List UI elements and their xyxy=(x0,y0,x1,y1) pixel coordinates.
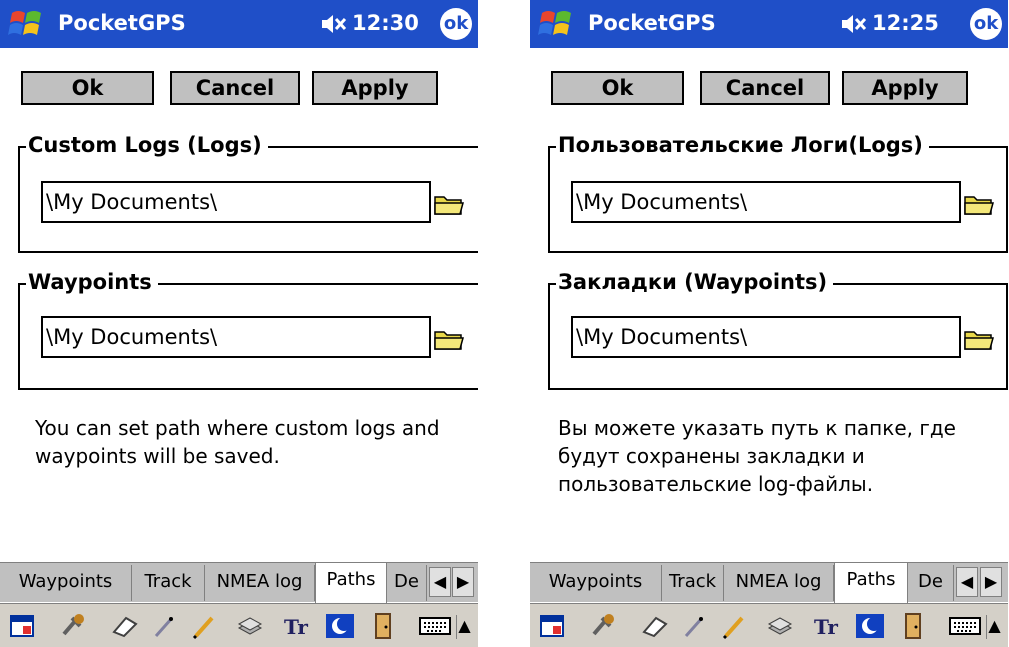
ok-button[interactable]: Ok xyxy=(21,71,154,105)
windows-start-icon[interactable] xyxy=(536,5,578,43)
custom-logs-group: Custom Logs (Logs) \My Documents\ xyxy=(18,133,478,253)
door-icon[interactable] xyxy=(898,612,928,640)
folder-icon[interactable] xyxy=(433,191,465,217)
calendar-icon[interactable] xyxy=(538,612,568,640)
waypoints-group: Waypoints \My Documents\ xyxy=(18,270,478,390)
pen-icon[interactable] xyxy=(150,612,180,640)
custom-logs-group: Пользовательские Логи(Logs) \My Document… xyxy=(548,133,1008,253)
tab-waypoints[interactable]: Waypoints xyxy=(530,565,662,601)
tab-scroll-left-button[interactable]: ◀ xyxy=(429,567,451,597)
logs-path-input[interactable]: \My Documents\ xyxy=(41,181,431,223)
tab-nmea-log[interactable]: NMEA log xyxy=(205,565,315,601)
logs-path-input[interactable]: \My Documents\ xyxy=(571,181,961,223)
keyboard-icon[interactable] xyxy=(418,614,452,638)
stack-icon[interactable] xyxy=(235,612,265,640)
waypoints-legend: Закладки (Waypoints) xyxy=(556,270,834,294)
taskbar: Tr ▲ xyxy=(0,603,478,647)
pocketgps-screen-russian: PocketGPS 12:25 ok Ok Cancel Apply Польз… xyxy=(530,0,1008,647)
clock[interactable]: 12:30 xyxy=(352,11,419,35)
eraser-icon[interactable] xyxy=(110,612,140,640)
tab-nmea-log[interactable]: NMEA log xyxy=(724,565,834,601)
pocketgps-screen-english: PocketGPS 12:30 ok Ok Cancel Apply Custo… xyxy=(0,0,478,647)
title-bar: PocketGPS 12:30 ok xyxy=(0,0,478,48)
waypoints-legend: Waypoints xyxy=(26,270,158,294)
pencil-icon[interactable] xyxy=(190,612,220,640)
help-text: Вы можете указать путь к папке, где буду… xyxy=(558,416,956,496)
eraser-icon[interactable] xyxy=(640,612,670,640)
pen-icon[interactable] xyxy=(680,612,710,640)
waypoints-group: Закладки (Waypoints) \My Documents\ xyxy=(548,270,1008,390)
help-text: You can set path where custom logs and w… xyxy=(35,416,440,468)
tab-strip: Waypoints Track NMEA log Paths De ◀ ▶ xyxy=(530,562,1008,603)
speaker-muted-icon[interactable] xyxy=(840,12,868,36)
title-bar: PocketGPS 12:25 ok xyxy=(530,0,1008,48)
tools-icon[interactable] xyxy=(58,612,88,640)
ok-icon[interactable]: ok xyxy=(440,8,472,40)
tab-scroll-right-button[interactable]: ▶ xyxy=(452,567,474,597)
tab-track[interactable]: Track xyxy=(132,565,205,601)
moon-icon[interactable] xyxy=(855,612,885,640)
sip-arrow-button[interactable]: ▲ xyxy=(986,615,1002,639)
svg-text:Tr: Tr xyxy=(814,615,838,639)
tab-scroll-right-button[interactable]: ▶ xyxy=(980,567,1002,597)
tab-paths[interactable]: Paths xyxy=(315,563,387,603)
tab-scroll-left-button[interactable]: ◀ xyxy=(956,567,978,597)
sip-arrow-button[interactable]: ▲ xyxy=(456,615,472,639)
stack-icon[interactable] xyxy=(765,612,795,640)
svg-text:Tr: Tr xyxy=(284,615,308,639)
tools-icon[interactable] xyxy=(588,612,618,640)
keyboard-icon[interactable] xyxy=(948,614,982,638)
tab-paths[interactable]: Paths xyxy=(834,563,908,603)
folder-icon[interactable] xyxy=(963,191,995,217)
calendar-icon[interactable] xyxy=(8,612,38,640)
folder-icon[interactable] xyxy=(433,326,465,352)
app-title: PocketGPS xyxy=(58,11,186,35)
folder-icon[interactable] xyxy=(963,326,995,352)
speaker-muted-icon[interactable] xyxy=(320,12,348,36)
app-title: PocketGPS xyxy=(588,11,716,35)
door-icon[interactable] xyxy=(368,612,398,640)
tab-strip: Waypoints Track NMEA log Paths De ◀ ▶ xyxy=(0,562,478,603)
pencil-icon[interactable] xyxy=(720,612,750,640)
text-icon[interactable]: Tr xyxy=(812,612,842,640)
cancel-button[interactable]: Cancel xyxy=(700,71,830,105)
ok-button[interactable]: Ok xyxy=(551,71,684,105)
ok-icon[interactable]: ok xyxy=(970,8,1002,40)
custom-logs-legend: Пользовательские Логи(Logs) xyxy=(556,133,929,157)
clock[interactable]: 12:25 xyxy=(872,11,939,35)
waypoints-path-input[interactable]: \My Documents\ xyxy=(571,316,961,358)
cancel-button[interactable]: Cancel xyxy=(170,71,300,105)
tab-waypoints[interactable]: Waypoints xyxy=(0,565,132,601)
taskbar: Tr ▲ xyxy=(530,603,1008,647)
apply-button[interactable]: Apply xyxy=(842,71,968,105)
tab-de[interactable]: De xyxy=(908,565,954,601)
windows-start-icon[interactable] xyxy=(6,5,48,43)
custom-logs-legend: Custom Logs (Logs) xyxy=(26,133,268,157)
apply-button[interactable]: Apply xyxy=(312,71,438,105)
tab-track[interactable]: Track xyxy=(662,565,724,601)
waypoints-path-input[interactable]: \My Documents\ xyxy=(41,316,431,358)
text-icon[interactable]: Tr xyxy=(282,612,312,640)
tab-de[interactable]: De xyxy=(387,565,427,601)
moon-icon[interactable] xyxy=(325,612,355,640)
